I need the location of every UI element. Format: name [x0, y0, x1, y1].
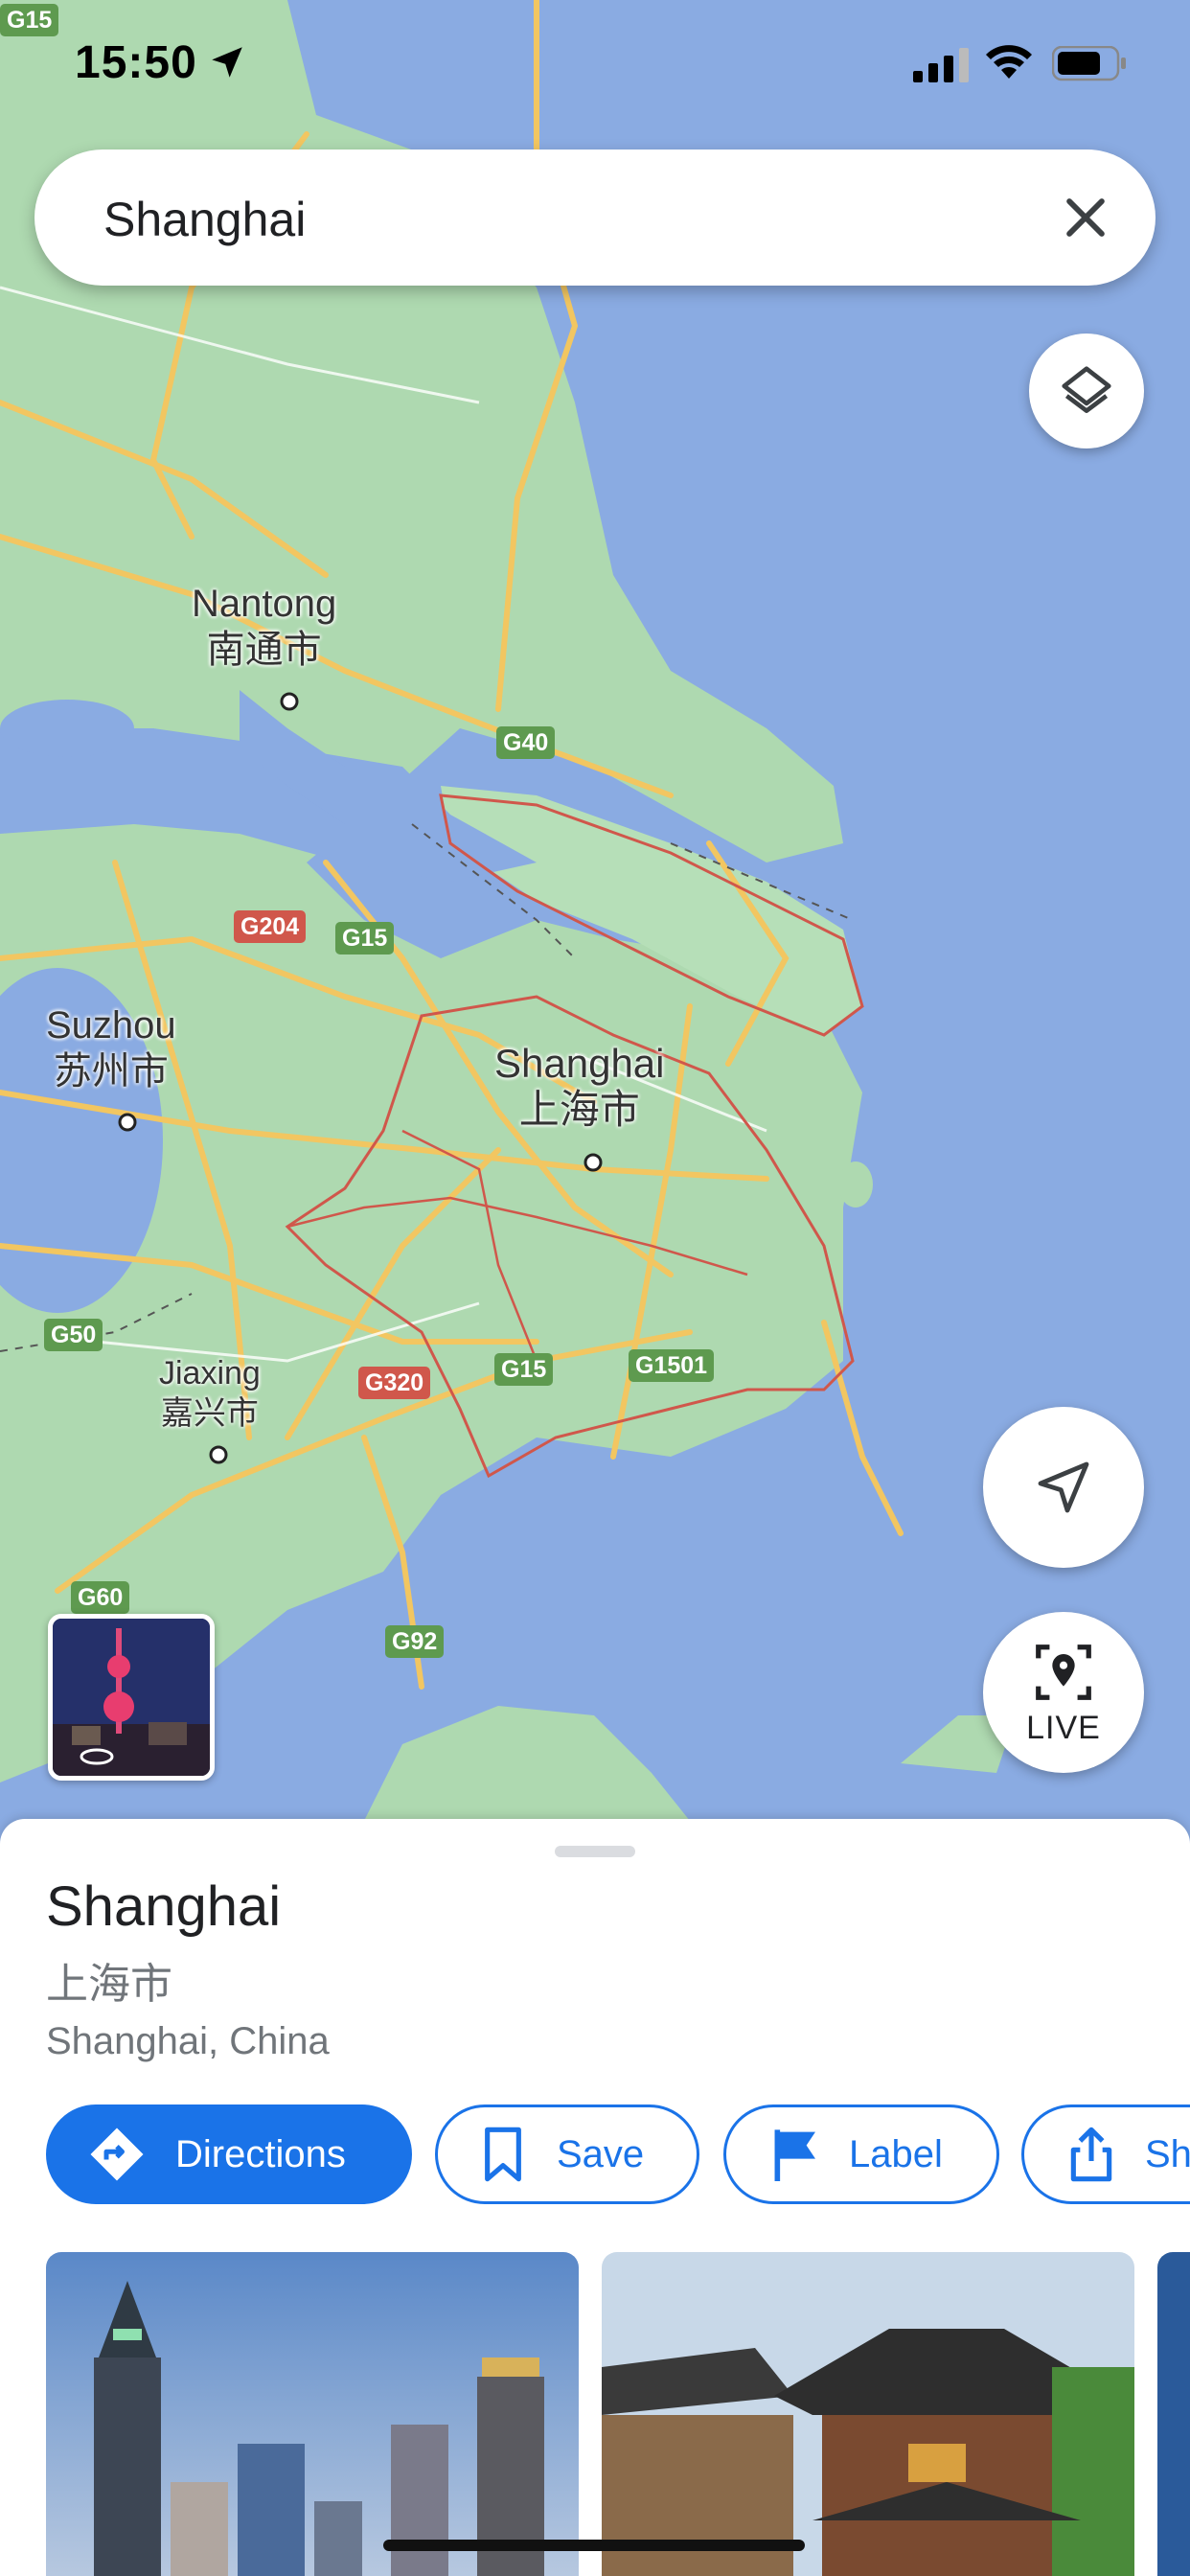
place-photo-3[interactable]	[1157, 2252, 1190, 2576]
save-label: Save	[557, 2132, 645, 2175]
share-label: Sh	[1145, 2132, 1190, 2175]
city-label-jiaxing[interactable]: Jiaxing 嘉兴市	[159, 1353, 261, 1434]
skyline-photo	[46, 2252, 579, 2576]
live-view-icon	[1036, 1644, 1091, 1700]
city-label-shanghai[interactable]: Shanghai 上海市	[494, 1041, 665, 1133]
yuyuan-garden-photo	[602, 2252, 1134, 2576]
city-label-nantong[interactable]: Nantong 南通市	[192, 581, 336, 673]
layers-button[interactable]	[1029, 334, 1144, 448]
city-name-zh: 苏州市	[53, 1050, 169, 1092]
bookmark-icon	[485, 2127, 521, 2182]
city-name-zh: 南通市	[206, 629, 322, 671]
city-name-en: Shanghai	[494, 1041, 665, 1086]
live-label: LIVE	[1026, 1709, 1101, 1746]
status-bar: 15:50	[0, 0, 1190, 134]
place-title: Shanghai	[46, 1875, 282, 1938]
city-name-zh: 嘉兴市	[160, 1395, 259, 1432]
share-icon	[1070, 2127, 1112, 2182]
place-native-name: 上海市	[46, 1961, 172, 2008]
road-shield: G1501	[629, 1349, 715, 1382]
road-shield: G92	[385, 1625, 445, 1658]
directions-label: Directions	[175, 2132, 346, 2175]
live-view-button[interactable]: LIVE	[983, 1612, 1144, 1773]
directions-button[interactable]: Directions	[46, 2104, 412, 2204]
close-icon[interactable]	[1058, 190, 1113, 245]
road-shield: G15	[494, 1353, 554, 1386]
label-button[interactable]: Label	[723, 2104, 999, 2204]
road-shield: G50	[44, 1319, 103, 1351]
road-shield: G204	[234, 910, 307, 943]
my-location-button[interactable]	[983, 1407, 1144, 1568]
place-sheet[interactable]: Shanghai 上海市 Shanghai, China Directions …	[0, 1819, 1190, 2576]
city-name-en: Nantong	[192, 583, 337, 625]
location-arrow-icon	[212, 47, 242, 78]
search-bar[interactable]: Shanghai	[34, 150, 1156, 286]
road-shield: G15	[335, 922, 395, 954]
navigation-arrow-icon	[1038, 1461, 1089, 1513]
label-label: Label	[849, 2132, 943, 2175]
directions-icon	[90, 2128, 144, 2181]
road-shield: G40	[496, 726, 556, 759]
home-indicator[interactable]	[383, 2540, 805, 2551]
place-photo-yuyuan[interactable]	[602, 2252, 1134, 2576]
road-shield: G60	[71, 1581, 130, 1614]
street-view-thumbnail[interactable]	[48, 1614, 215, 1781]
city-name-en: Suzhou	[46, 1004, 176, 1046]
save-button[interactable]: Save	[435, 2104, 699, 2204]
cellular-signal-icon	[913, 48, 969, 82]
search-input[interactable]: Shanghai	[103, 192, 306, 247]
place-photo-skyline[interactable]	[46, 2252, 579, 2576]
battery-icon	[1052, 46, 1126, 81]
city-label-suzhou[interactable]: Suzhou 苏州市	[46, 1002, 176, 1094]
city-name-en: Jiaxing	[159, 1355, 261, 1392]
status-time: 15:50	[75, 37, 197, 88]
city-name-zh: 上海市	[518, 1087, 640, 1132]
flag-icon	[774, 2129, 815, 2181]
place-address: Shanghai, China	[46, 2020, 330, 2062]
sheet-drag-handle[interactable]	[555, 1846, 635, 1857]
layers-icon	[1062, 366, 1111, 413]
wifi-icon	[986, 45, 1032, 79]
oriental-pearl-tower-photo	[53, 1619, 210, 1776]
road-shield: G320	[358, 1367, 431, 1399]
share-button[interactable]: Sh	[1021, 2104, 1190, 2204]
